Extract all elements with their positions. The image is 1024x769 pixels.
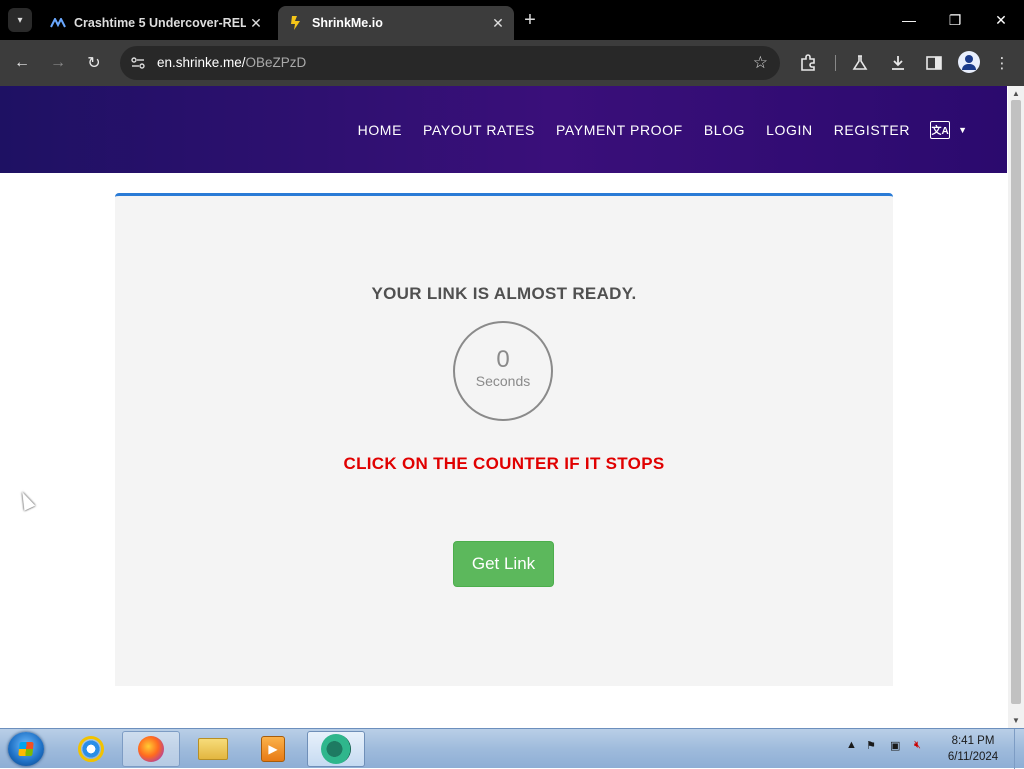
mouse-cursor-icon [16, 489, 36, 511]
windows-taskbar: ▶ ▲ ⚑ ▣ 🔇︎ 8:41 PM 6/11/2024 [0, 728, 1024, 769]
restore-button[interactable]: ❐ [932, 0, 978, 40]
toolbar-divider [835, 55, 836, 71]
site-nav: HOME PAYOUT RATES PAYMENT PROOF BLOG LOG… [337, 86, 967, 173]
back-button[interactable]: ← [10, 51, 34, 75]
site-header: HOME PAYOUT RATES PAYMENT PROOF BLOG LOG… [0, 86, 1007, 173]
url-text: en.shrinke.me/OBeZPzD [157, 55, 307, 70]
scroll-thumb[interactable] [1011, 100, 1021, 704]
scroll-down-icon[interactable]: ▼ [1012, 716, 1020, 725]
firefox-icon [138, 736, 164, 762]
page-scrollbar[interactable]: ▲ ▼ [1008, 86, 1024, 728]
chrome-canary-button[interactable] [307, 731, 365, 767]
get-link-button[interactable]: Get Link [453, 541, 554, 587]
tab-title: Crashtime 5 Undercover-RELOA [74, 16, 246, 30]
nav-register[interactable]: REGISTER [834, 122, 910, 138]
minimize-button[interactable]: — [886, 0, 932, 40]
new-tab-button[interactable]: + [518, 8, 542, 32]
nav-login[interactable]: LOGIN [766, 122, 813, 138]
address-bar[interactable]: en.shrinke.me/OBeZPzD ☆ [120, 46, 780, 80]
start-button[interactable] [8, 732, 44, 766]
internet-explorer-icon [78, 736, 104, 762]
caret-down-icon: ▼ [958, 124, 967, 135]
tab-title: ShrinkMe.io [312, 16, 383, 30]
forward-button[interactable]: → [46, 51, 70, 75]
file-explorer-button[interactable] [184, 731, 242, 767]
link-card: YOUR LINK IS ALMOST READY. 0 Seconds CLI… [115, 193, 893, 686]
clock-time: 8:41 PM [951, 735, 995, 747]
close-icon[interactable]: ✕ [488, 15, 508, 32]
bookmark-star-icon[interactable]: ☆ [753, 53, 768, 73]
side-panel-icon[interactable] [922, 51, 946, 75]
page-viewport: HOME PAYOUT RATES PAYMENT PROOF BLOG LOG… [0, 86, 1008, 728]
counter-notice: CLICK ON THE COUNTER IF IT STOPS [343, 454, 665, 473]
scroll-up-icon[interactable]: ▲ [1012, 89, 1020, 98]
mycima-icon [50, 15, 66, 31]
folder-icon [198, 738, 228, 760]
tray-overflow-icon[interactable]: ▲ [846, 739, 857, 751]
firefox-button[interactable] [122, 731, 180, 767]
nav-home[interactable]: HOME [358, 122, 402, 138]
translate-icon: 文A [930, 120, 951, 139]
media-player-icon: ▶ [261, 736, 285, 762]
counter-value: 0 [496, 346, 510, 373]
tab-search-icon[interactable]: ▾ [8, 8, 32, 32]
nav-blog[interactable]: BLOG [704, 122, 745, 138]
internet-explorer-button[interactable] [62, 731, 120, 767]
tab-strip: ▾ Crashtime 5 Undercover-RELOA ✕ ShrinkM… [0, 0, 1024, 40]
close-icon[interactable]: ✕ [246, 15, 266, 32]
extensions-icon[interactable] [796, 51, 820, 75]
tab-crashtime[interactable]: Crashtime 5 Undercover-RELOA ✕ [40, 6, 272, 40]
show-desktop-button[interactable] [1014, 729, 1024, 769]
profile-avatar-icon[interactable] [958, 51, 980, 73]
system-clock[interactable]: 8:41 PM 6/11/2024 [940, 733, 1006, 765]
flag-icon[interactable]: ⚑ [866, 739, 876, 752]
download-icon[interactable] [886, 51, 910, 75]
network-icon[interactable]: ▣ [890, 739, 900, 752]
nav-payment-proof[interactable]: PAYMENT PROOF [556, 122, 683, 138]
shrinkme-icon [288, 15, 304, 31]
counter-label: Seconds [475, 373, 531, 389]
nav-payout-rates[interactable]: PAYOUT RATES [423, 122, 535, 138]
labs-flask-icon[interactable] [848, 51, 872, 75]
menu-dots-icon[interactable]: ⋮ [990, 51, 1014, 75]
volume-muted-icon[interactable]: 🔇︎ [914, 739, 921, 752]
close-window-button[interactable]: ✕ [978, 0, 1024, 40]
almost-ready-heading: YOUR LINK IS ALMOST READY. [371, 284, 637, 303]
countdown-counter[interactable]: 0 Seconds [453, 321, 553, 421]
browser-toolbar: ← → ↻ en.shrinke.me/OBeZPzD ☆ ⋮ [0, 40, 1024, 86]
language-selector[interactable]: 文A ▼ [930, 120, 967, 139]
site-info-icon[interactable] [130, 55, 146, 71]
media-player-button[interactable]: ▶ [244, 731, 302, 767]
tab-shrinkme[interactable]: ShrinkMe.io ✕ [278, 6, 514, 40]
browser-app-icon [321, 734, 351, 764]
reload-button[interactable]: ↻ [82, 51, 106, 75]
clock-date: 6/11/2024 [947, 751, 999, 763]
